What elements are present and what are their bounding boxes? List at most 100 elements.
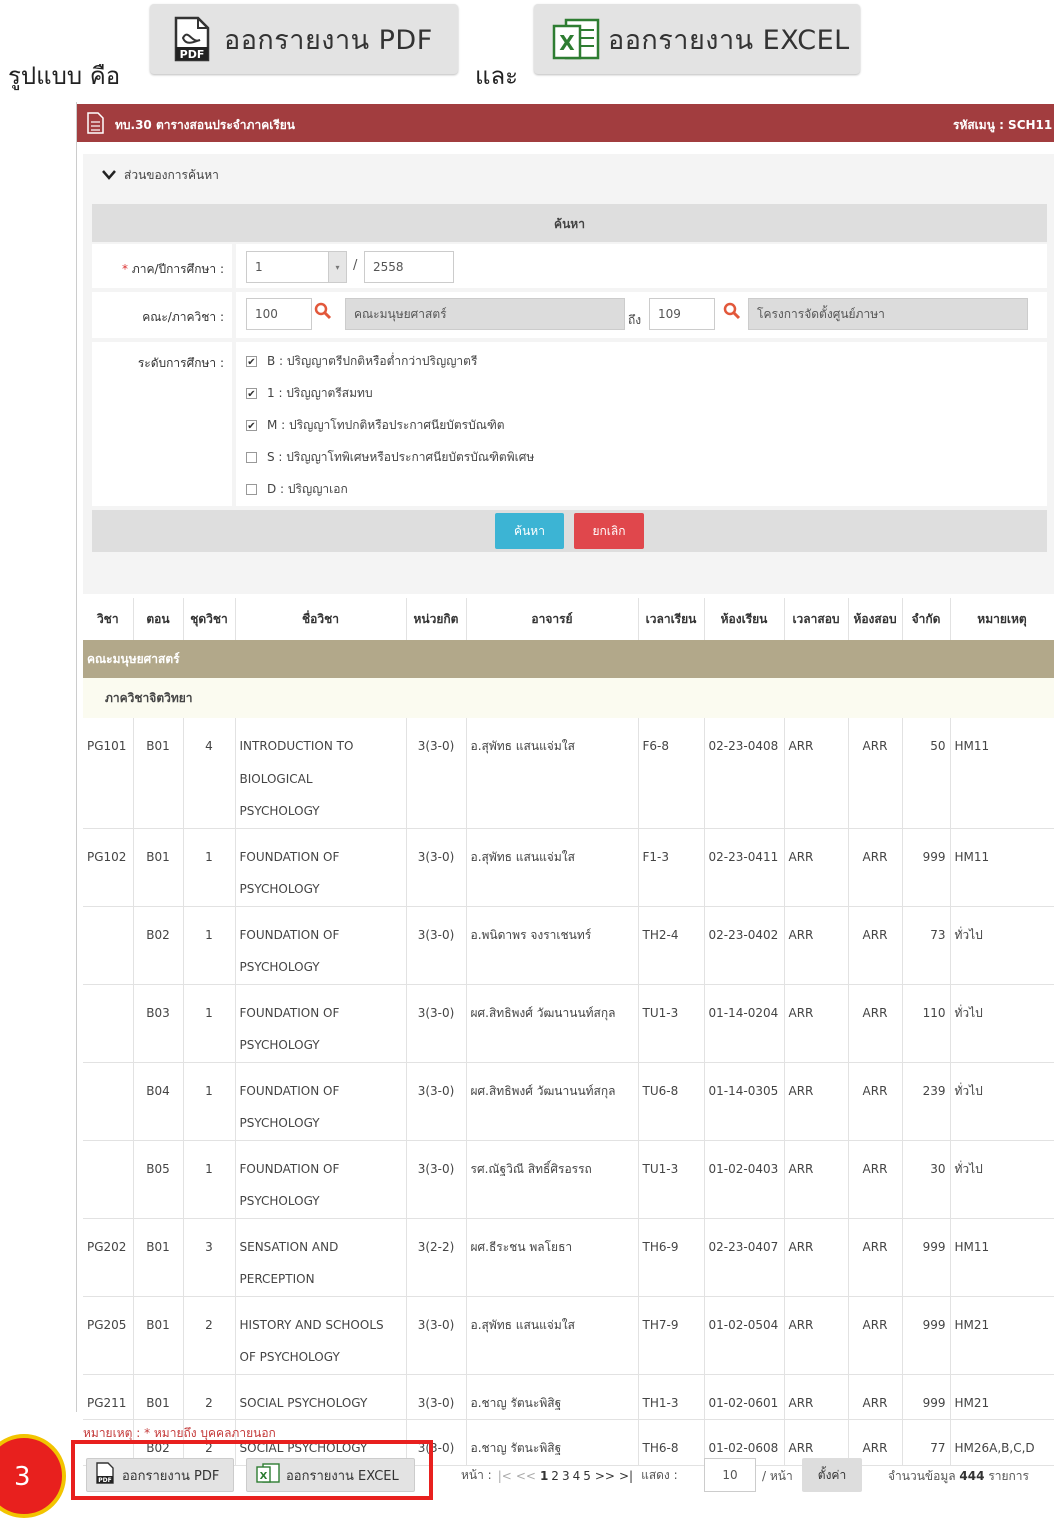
note-cell: HM11 [950, 718, 1054, 829]
checkbox-unchecked[interactable] [246, 484, 257, 495]
col-exam[interactable]: เวลาสอบ [784, 598, 849, 640]
level-option-d[interactable]: D : ปริญญาเอก [246, 480, 348, 499]
checkbox-checked[interactable]: ✔ [246, 356, 257, 368]
class-time-cell: TH6-9 [638, 1218, 705, 1297]
set-page-size-button[interactable]: ตั้งค่า [802, 1458, 862, 1492]
col-course[interactable]: วิชา [83, 598, 134, 640]
course-code-cell [83, 1140, 134, 1219]
teacher-cell: อ.สุพัทธ แสนแจ่มใส [466, 718, 639, 829]
credit-cell: 3(3-0) [406, 1374, 467, 1420]
last-page-link[interactable]: >| [619, 1469, 633, 1483]
search-button[interactable]: ค้นหา [495, 513, 564, 549]
excel-icon: X [256, 1462, 280, 1488]
table-row: B05 1 FOUNDATION OF PSYCHOLOGY 3(3-0) รศ.ณัฐว… [83, 1140, 1054, 1219]
col-room[interactable]: ห้องเรียน [704, 598, 785, 640]
checkbox-checked[interactable]: ✔ [246, 420, 257, 432]
course-set-cell: 1 [183, 906, 236, 985]
class-time-cell: F1-3 [638, 828, 705, 907]
table-row: PG102 B01 1 FOUNDATION OF PSYCHOLOGY 3(3-0) อ.… [83, 828, 1054, 907]
first-page-link[interactable]: |< [498, 1469, 512, 1483]
course-code-cell: PG102 [83, 828, 134, 907]
year-input[interactable]: 2558 [364, 251, 454, 283]
faculty-from-code[interactable]: 100 [246, 298, 312, 330]
course-name-line: PSYCHOLOGY [239, 960, 320, 974]
course-name-cell: FOUNDATION OF PSYCHOLOGY [235, 1140, 407, 1219]
course-name-cell: FOUNDATION OF PSYCHOLOGY [235, 1062, 407, 1141]
table-row: B03 1 FOUNDATION OF PSYCHOLOGY 3(3-0) ผศ.สิทธ… [83, 984, 1054, 1063]
page-size-input[interactable]: 10 [704, 1458, 756, 1492]
section-cell: B01 [133, 1374, 184, 1420]
exam-room-cell: ARR [848, 1140, 903, 1219]
credit-cell: 3(3-0) [406, 1140, 467, 1219]
col-note[interactable]: หมายเหตุ [950, 598, 1054, 640]
term-slash: / [353, 258, 358, 273]
section-cell: B01 [133, 828, 184, 907]
page-link-2[interactable]: 2 [551, 1469, 559, 1483]
col-name[interactable]: ชื่อวิชา [235, 598, 407, 640]
teacher-cell: อ.สุพัทธ แสนแจ่มใส [466, 828, 639, 907]
section-cell: B01 [133, 718, 184, 829]
classroom-cell: 01-14-0305 [704, 1062, 785, 1141]
course-name-line: SOCIAL PSYCHOLOGY [239, 1395, 368, 1410]
level-option-m[interactable]: ✔ M : ปริญญาโทปกติหรือประกาศนียบัตรบัณฑิ… [246, 416, 505, 435]
course-name-line: FOUNDATION OF [239, 849, 340, 864]
course-name-line: OF PSYCHOLOGY [239, 1350, 340, 1364]
teacher-cell: รศ.ณัฐวิณี สิทธิ์ศิรอรรถ [466, 1140, 639, 1219]
classroom-cell: 02-23-0407 [704, 1218, 785, 1297]
example-pdf-button[interactable]: PDF ออกรายงาน PDF [150, 4, 458, 74]
level-option-b[interactable]: ✔ B : ปริญญาตรีปกติหรือต่ำกว่าปริญญาตรี [246, 352, 477, 371]
page-title: ทบ.30 ตารางสอนประจำภาคเรียน [115, 118, 296, 132]
page-link-5[interactable]: 5 [583, 1469, 591, 1483]
limit-cell: 999 [902, 1374, 951, 1420]
cancel-button[interactable]: ยกเลิก [574, 513, 644, 549]
page-link-4[interactable]: 4 [573, 1469, 581, 1483]
checkbox-unchecked[interactable] [246, 452, 257, 463]
level-option-s[interactable]: S : ปริญญาโทพิเศษหรือประกาศนียบัตรบัณฑิต… [246, 448, 534, 467]
exam-time-cell: ARR [784, 1374, 849, 1420]
export-excel-button[interactable]: X ออกรายงาน EXCEL [246, 1458, 415, 1492]
col-section[interactable]: ตอน [133, 598, 184, 640]
col-time[interactable]: เวลาเรียน [638, 598, 705, 640]
search-toggle[interactable]: ส่วนของการค้นหา [102, 166, 219, 185]
limit-cell: 999 [902, 1296, 951, 1375]
faculty-to-code[interactable]: 109 [649, 298, 715, 330]
course-name-line: PSYCHOLOGY [239, 804, 320, 818]
col-set[interactable]: ชุดวิชา [183, 598, 236, 640]
class-time-cell: TU6-8 [638, 1062, 705, 1141]
example-excel-label: ออกรายงาน EXCEL [608, 24, 850, 56]
checkbox-checked[interactable]: ✔ [246, 388, 257, 400]
note-cell: HM21 [950, 1374, 1054, 1420]
class-time-cell: TH7-9 [638, 1296, 705, 1375]
classroom-cell: 02-23-0411 [704, 828, 785, 907]
search-icon[interactable] [314, 302, 332, 324]
prev-page-link[interactable]: << [516, 1469, 536, 1483]
teacher-cell: อ.ชาญ รัตนะพิสิฐ [466, 1419, 639, 1466]
credit-cell: 3(3-0) [406, 906, 467, 985]
example-pdf-label: ออกรายงาน PDF [224, 24, 433, 56]
col-limit[interactable]: จำกัด [902, 598, 951, 640]
col-teacher[interactable]: อาจารย์ [466, 598, 639, 640]
export-pdf-button[interactable]: PDF ออกรายงาน PDF [86, 1458, 234, 1492]
search-icon[interactable] [723, 302, 741, 324]
required-mark: * [121, 262, 128, 276]
page-link-3[interactable]: 3 [562, 1469, 570, 1483]
limit-cell: 239 [902, 1062, 951, 1141]
search-toggle-label: ส่วนของการค้นหา [124, 168, 219, 182]
example-excel-button[interactable]: X ออกรายงาน EXCEL [534, 4, 860, 74]
per-page-label: / หน้า [762, 1469, 793, 1483]
page-link-1[interactable]: 1 [540, 1469, 548, 1483]
faculty-group-row: คณะมนุษยศาสตร์ [83, 640, 1054, 678]
col-credit[interactable]: หน่วยกิต [406, 598, 467, 640]
next-page-link[interactable]: >> [595, 1469, 615, 1483]
department-group-row: ภาควิชาจิตวิทยา [83, 678, 1054, 718]
col-exam-room[interactable]: ห้องสอบ [848, 598, 903, 640]
course-name-cell: FOUNDATION OF PSYCHOLOGY [235, 906, 407, 985]
schedule-table: วิชา ตอน ชุดวิชา ชื่อวิชา หน่วยกิต อาจาร… [83, 598, 1054, 1466]
panel-header: ทบ.30 ตารางสอนประจำภาคเรียน รหัสเมนู : S… [77, 104, 1054, 142]
teacher-cell: ผศ.สิทธิพงศ์ วัฒนานนท์สกุล [466, 984, 639, 1063]
class-time-cell: TH1-3 [638, 1374, 705, 1420]
term-select[interactable]: 1 ▾ [246, 251, 347, 283]
term-label: * ภาค/ปีการศึกษา : [121, 262, 224, 276]
class-time-cell: TH6-8 [638, 1419, 705, 1466]
level-option-1[interactable]: ✔ 1 : ปริญญาตรีสมทบ [246, 384, 373, 403]
